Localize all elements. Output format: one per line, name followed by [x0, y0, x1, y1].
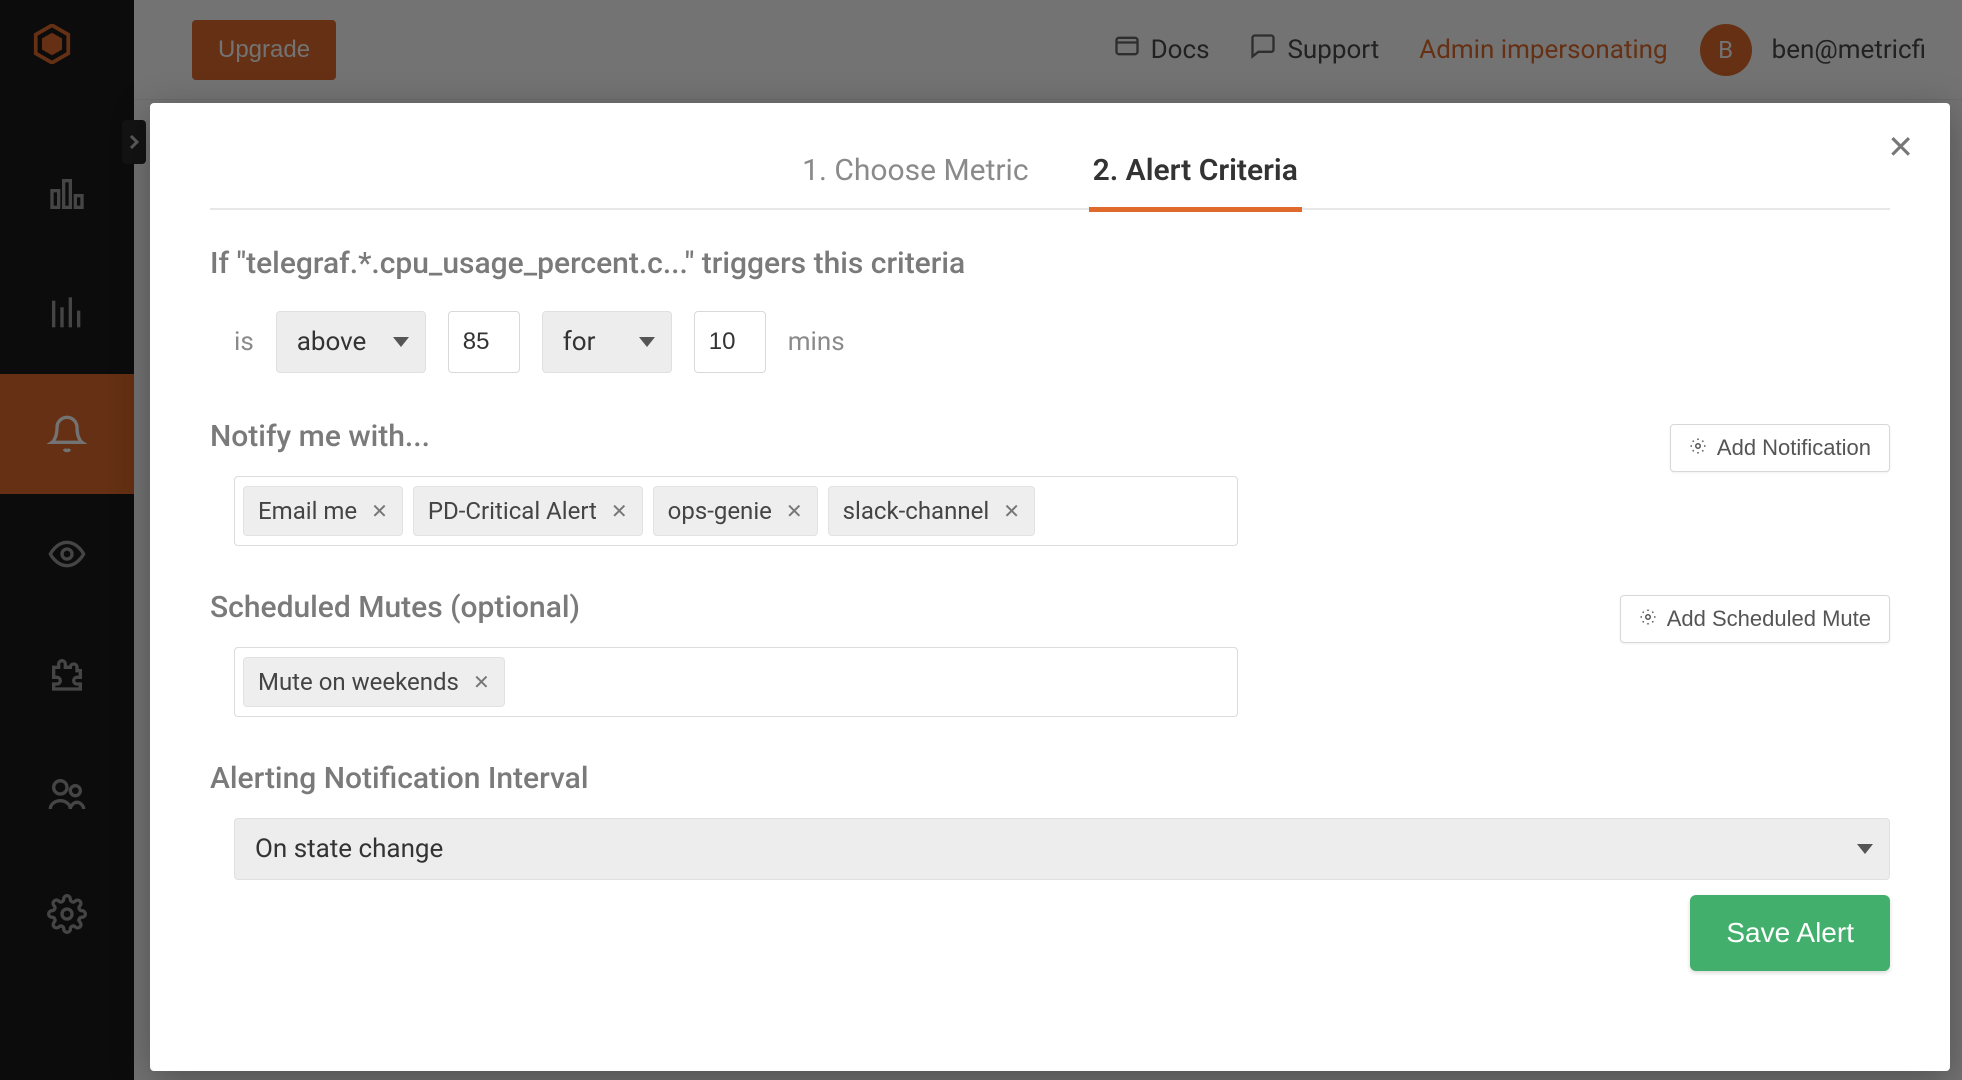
remove-icon[interactable]: ✕	[611, 499, 628, 523]
criteria-sentence: If "telegraf.*.cpu_usage_percent.c..." t…	[210, 246, 1890, 281]
interval-heading: Alerting Notification Interval	[210, 761, 1890, 796]
comparator-select[interactable]: above	[276, 311, 426, 373]
word-mins: mins	[788, 327, 845, 357]
duration-input[interactable]	[694, 311, 766, 373]
notification-chips[interactable]: Email me✕ PD-Critical Alert✕ ops-genie✕ …	[234, 476, 1238, 546]
close-button[interactable]: ✕	[1887, 131, 1914, 163]
remove-icon[interactable]: ✕	[786, 499, 803, 523]
chip-mute-weekends[interactable]: Mute on weekends ✕	[243, 657, 505, 707]
interval-value: On state change	[255, 834, 443, 864]
add-scheduled-mute-button[interactable]: Add Scheduled Mute	[1620, 595, 1890, 643]
chip-label: slack-channel	[843, 497, 990, 525]
notify-heading: Notify me with...	[210, 419, 430, 454]
chevron-down-icon	[1857, 844, 1873, 854]
add-notification-label: Add Notification	[1717, 435, 1871, 461]
remove-icon[interactable]: ✕	[473, 670, 490, 694]
tab-alert-criteria[interactable]: 2. Alert Criteria	[1089, 153, 1302, 210]
chip-label: Mute on weekends	[258, 668, 459, 696]
duration-mode-value: for	[563, 327, 596, 357]
remove-icon[interactable]: ✕	[1003, 499, 1020, 523]
save-alert-button[interactable]: Save Alert	[1690, 895, 1890, 971]
gear-icon	[1639, 606, 1657, 632]
mutes-heading: Scheduled Mutes (optional)	[210, 590, 580, 625]
interval-select[interactable]: On state change	[234, 818, 1890, 880]
tab-choose-metric[interactable]: 1. Choose Metric	[798, 153, 1032, 210]
close-icon: ✕	[1887, 129, 1914, 165]
chip-slack[interactable]: slack-channel ✕	[828, 486, 1035, 536]
chip-label: Email me	[258, 497, 357, 525]
chip-pd-critical[interactable]: PD-Critical Alert ✕	[413, 486, 643, 536]
threshold-input[interactable]	[448, 311, 520, 373]
remove-icon[interactable]: ✕	[371, 499, 388, 523]
gear-icon	[1689, 435, 1707, 461]
alert-criteria-modal: ✕ 1. Choose Metric 2. Alert Criteria If …	[150, 103, 1950, 1071]
chip-label: ops-genie	[668, 497, 772, 525]
chip-email-me[interactable]: Email me ✕	[243, 486, 403, 536]
chevron-down-icon	[639, 337, 655, 347]
comparator-value: above	[297, 327, 367, 357]
chevron-down-icon	[393, 337, 409, 347]
duration-mode-select[interactable]: for	[542, 311, 672, 373]
chip-ops-genie[interactable]: ops-genie ✕	[653, 486, 818, 536]
add-scheduled-mute-label: Add Scheduled Mute	[1667, 606, 1871, 632]
word-is: is	[234, 327, 254, 357]
modal-tabs: 1. Choose Metric 2. Alert Criteria	[210, 151, 1890, 210]
chip-label: PD-Critical Alert	[428, 497, 597, 525]
add-notification-button[interactable]: Add Notification	[1670, 424, 1890, 472]
mute-chips[interactable]: Mute on weekends ✕	[234, 647, 1238, 717]
